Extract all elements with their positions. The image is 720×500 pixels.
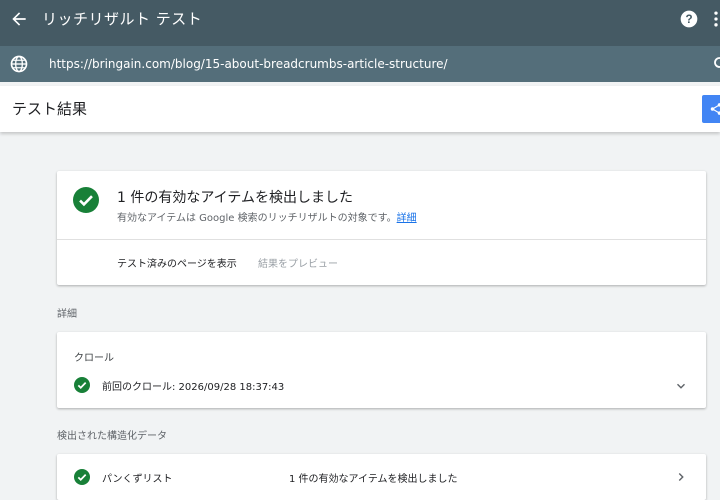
url-text[interactable]: https://bringain.com/blog/15-about-bread… — [49, 46, 448, 82]
preview-results-button[interactable]: 結果をプレビュー — [258, 255, 338, 270]
check-circle-icon — [74, 377, 90, 393]
app-bar: リッチリザルト テスト ? — [0, 0, 720, 38]
structured-data-section-label: 検出された構造化データ — [57, 431, 167, 442]
details-section-label: 詳細 — [57, 309, 77, 320]
app-title: リッチリザルト テスト — [42, 10, 203, 28]
chevron-right-icon[interactable] — [674, 470, 688, 484]
results-header: テスト結果 — [0, 86, 720, 132]
summary-subtitle: 有効なアイテムは Google 検索のリッチリザルトの対象です。詳細 — [117, 209, 417, 224]
share-button[interactable] — [702, 95, 720, 123]
search-icon[interactable] — [712, 55, 720, 73]
help-icon[interactable]: ? — [679, 9, 699, 29]
structured-data-status: 1 件の有効なアイテムを検出しました — [289, 474, 458, 485]
back-arrow-icon[interactable] — [9, 9, 29, 29]
app-bar-strip — [0, 38, 720, 46]
chevron-down-icon[interactable] — [674, 379, 688, 393]
page-title: テスト結果 — [12, 100, 88, 118]
crawl-card[interactable]: クロール 前回のクロール: 2026/09/28 18:37:43 — [57, 332, 706, 408]
more-vert-icon[interactable] — [711, 9, 720, 29]
summary-subtitle-text: 有効なアイテムは Google 検索のリッチリザルトの対象です。 — [117, 213, 397, 224]
check-circle-icon — [73, 187, 99, 213]
details-link[interactable]: 詳細 — [397, 213, 417, 224]
summary-title: 1 件の有効なアイテムを検出しました — [117, 190, 353, 206]
svg-text:?: ? — [685, 13, 692, 26]
summary-card: 1 件の有効なアイテムを検出しました 有効なアイテムは Google 検索のリッ… — [57, 171, 706, 285]
share-icon — [710, 103, 720, 115]
crawl-heading: クロール — [74, 353, 114, 364]
structured-data-row[interactable]: パンくずリスト 1 件の有効なアイテムを検出しました — [57, 454, 706, 500]
structured-data-name: パンくずリスト — [102, 474, 173, 485]
check-circle-icon — [74, 469, 90, 485]
view-tested-page-button[interactable]: テスト済みのページを表示 — [117, 255, 237, 270]
divider — [57, 239, 706, 240]
last-crawl-text: 前回のクロール: 2026/09/28 18:37:43 — [102, 382, 285, 393]
url-bar[interactable]: https://bringain.com/blog/15-about-bread… — [0, 46, 720, 82]
globe-icon — [10, 55, 28, 73]
